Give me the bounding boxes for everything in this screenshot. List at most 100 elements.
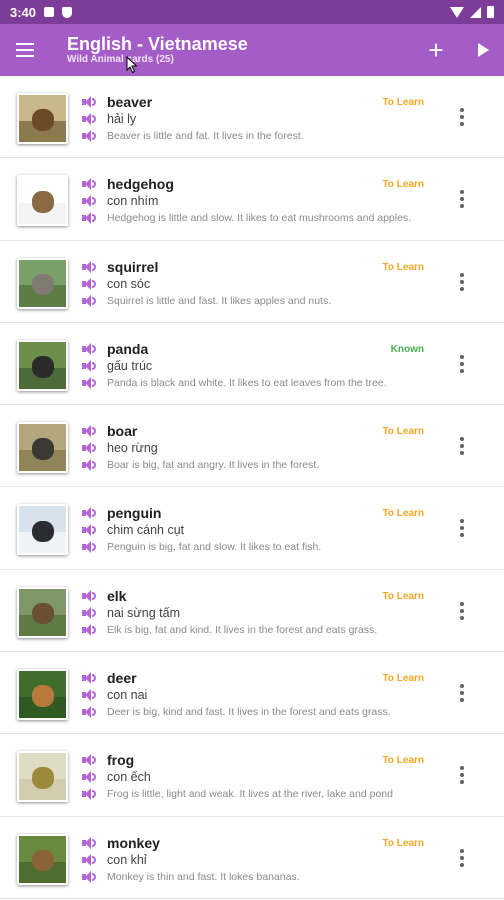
card-image[interactable] xyxy=(17,175,68,227)
card-sentence: Panda is black and white. It likes to ea… xyxy=(107,376,387,389)
card-word: monkey xyxy=(107,834,160,851)
card-row[interactable]: deer con nai Deer is big, kind and fast. I… xyxy=(0,652,504,735)
card-image[interactable] xyxy=(17,257,68,309)
speaker-icon[interactable] xyxy=(82,277,96,290)
status-badge: To Learn xyxy=(382,508,424,520)
card-image[interactable] xyxy=(17,504,68,556)
card-translation: heo rừng xyxy=(107,441,158,456)
speaker-icon[interactable] xyxy=(82,195,96,208)
more-options-button[interactable] xyxy=(452,847,472,869)
card-translation: con nhím xyxy=(107,194,159,209)
audio-controls xyxy=(82,589,96,641)
speaker-icon[interactable] xyxy=(82,212,96,225)
wifi-icon xyxy=(450,6,464,18)
menu-button[interactable] xyxy=(0,24,50,76)
more-options-button[interactable] xyxy=(452,188,472,210)
card-translation: nai sừng tấm xyxy=(107,605,180,620)
card-image[interactable] xyxy=(17,422,68,474)
speaker-icon[interactable] xyxy=(82,541,96,554)
speaker-icon[interactable] xyxy=(82,178,96,191)
speaker-icon[interactable] xyxy=(82,130,96,142)
card-sentence: Monkey is thin and fast. It lokes banana… xyxy=(107,870,300,883)
speaker-icon[interactable] xyxy=(82,836,96,849)
status-time: 3:40 xyxy=(10,4,37,20)
speaker-icon[interactable] xyxy=(82,524,96,537)
card-sentence: Frog is little, light and weak. It lives… xyxy=(107,788,393,801)
speaker-icon[interactable] xyxy=(82,589,96,602)
more-options-button[interactable] xyxy=(452,106,472,128)
speaker-icon[interactable] xyxy=(82,294,96,307)
card-word: beaver xyxy=(107,94,153,110)
more-options-button[interactable] xyxy=(452,353,472,375)
more-options-button[interactable] xyxy=(452,435,472,457)
speaker-icon[interactable] xyxy=(82,260,96,273)
card-image[interactable] xyxy=(17,586,68,638)
app-bar-titles: English - Vietnamese Wild Animal cards (… xyxy=(67,34,248,66)
card-translation: gấu trúc xyxy=(107,358,153,373)
card-row[interactable]: boar heo rừng Boar is big, fat and angry. … xyxy=(0,405,504,488)
card-image[interactable] xyxy=(17,93,68,144)
card-row[interactable]: squirrel con sóc Squirrel is little and fa… xyxy=(0,241,504,323)
card-sentence: Penguin is big, fat and slow. It likes t… xyxy=(107,541,322,554)
audio-controls xyxy=(82,342,96,394)
speaker-icon[interactable] xyxy=(82,96,96,108)
speaker-icon[interactable] xyxy=(82,706,96,719)
audio-controls xyxy=(82,836,96,888)
card-translation: con nai xyxy=(107,688,148,703)
speaker-icon[interactable] xyxy=(82,853,96,866)
card-row[interactable]: monkey con khỉ Monkey is thin and fast. It… xyxy=(0,817,504,899)
audio-controls xyxy=(82,672,96,723)
status-badge: Known xyxy=(390,343,424,355)
more-options-button[interactable] xyxy=(452,600,472,622)
card-row[interactable]: beaver hải ly Beaver is little and fat. It… xyxy=(0,76,504,159)
card-row[interactable]: frog con ếch Frog is little, light and wea… xyxy=(0,734,504,817)
card-translation: con ếch xyxy=(107,770,151,785)
play-button[interactable] xyxy=(470,37,496,63)
card-list: beaver hải ly Beaver is little and fat. It… xyxy=(0,76,504,899)
speaker-icon[interactable] xyxy=(82,376,96,389)
speaker-icon[interactable] xyxy=(82,771,96,784)
shield-icon xyxy=(62,6,73,18)
card-sentence: Hedgehog is little and slow. It likes to… xyxy=(107,212,412,225)
card-row[interactable]: elk nai sừng tấm Elk is big, fat and kind.… xyxy=(0,570,504,653)
card-image[interactable] xyxy=(17,339,68,391)
status-badge: To Learn xyxy=(382,673,424,685)
speaker-icon[interactable] xyxy=(82,425,96,438)
card-translation: hải ly xyxy=(107,112,137,126)
speaker-icon[interactable] xyxy=(82,754,96,767)
card-translation: chim cánh cụt xyxy=(107,523,185,538)
card-image[interactable] xyxy=(17,833,68,885)
card-word: penguin xyxy=(107,505,162,522)
speaker-icon[interactable] xyxy=(82,359,96,372)
more-options-button[interactable] xyxy=(452,764,472,786)
add-button[interactable]: + xyxy=(422,36,450,64)
speaker-icon[interactable] xyxy=(82,113,96,125)
speaker-icon[interactable] xyxy=(82,606,96,619)
speaker-icon[interactable] xyxy=(82,507,96,520)
speaker-icon[interactable] xyxy=(82,459,96,472)
speaker-icon[interactable] xyxy=(82,870,96,883)
card-row[interactable]: panda gấu trúc Panda is black and white. I… xyxy=(0,323,504,406)
status-badge: To Learn xyxy=(382,837,424,849)
mouse-cursor-icon xyxy=(126,56,138,74)
signal-icon xyxy=(470,6,481,18)
speaker-icon[interactable] xyxy=(82,788,96,801)
card-image[interactable] xyxy=(17,751,68,803)
card-sentence: Squirrel is little and fast. It likes ap… xyxy=(107,294,332,307)
more-options-button[interactable] xyxy=(452,682,472,704)
card-word: frog xyxy=(107,752,135,769)
speaker-icon[interactable] xyxy=(82,689,96,702)
card-row[interactable]: hedgehog con nhím Hedgehog is little and s… xyxy=(0,158,504,241)
card-word: boar xyxy=(107,423,138,440)
audio-controls xyxy=(82,178,96,229)
speaker-icon[interactable] xyxy=(82,672,96,685)
card-image[interactable] xyxy=(17,669,68,721)
more-options-button[interactable] xyxy=(452,271,472,293)
card-word: squirrel xyxy=(107,258,159,275)
speaker-icon[interactable] xyxy=(82,442,96,455)
speaker-icon[interactable] xyxy=(82,342,96,355)
card-row[interactable]: penguin chim cánh cụt Penguin is big, fat … xyxy=(0,487,504,570)
speaker-icon[interactable] xyxy=(82,623,96,636)
status-badge: To Learn xyxy=(382,179,424,191)
more-options-button[interactable] xyxy=(452,517,472,539)
